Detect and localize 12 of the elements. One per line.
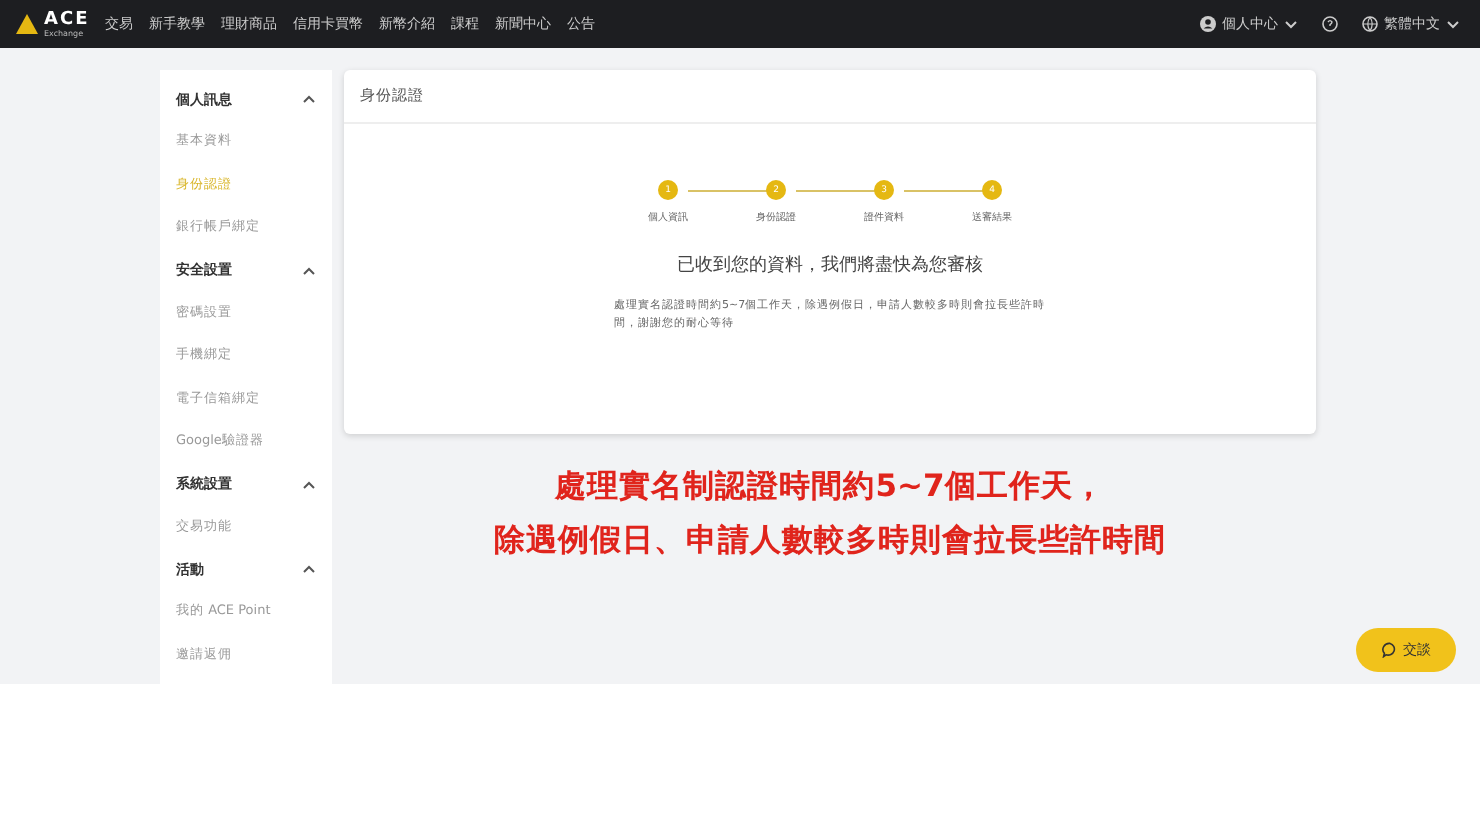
logo-icon <box>16 14 38 34</box>
chevron-down-icon <box>1284 19 1298 29</box>
help-icon <box>1322 16 1338 32</box>
caption-text: 處理實名制認證時間約5~7個工作天， <box>555 466 1105 508</box>
logo-text: ACE <box>44 11 90 29</box>
chevron-down-icon <box>1446 19 1460 29</box>
caption-text: 除遇例假日、申請人數較多時則會拉長些許時間 <box>494 520 1166 562</box>
globe-icon <box>1362 16 1378 32</box>
chat-bubble-icon <box>1381 642 1397 658</box>
help-button[interactable] <box>1322 16 1338 32</box>
status-heading: 已收到您的資料，我們將盡快為您審核 <box>677 256 983 276</box>
user-icon <box>1200 16 1216 32</box>
